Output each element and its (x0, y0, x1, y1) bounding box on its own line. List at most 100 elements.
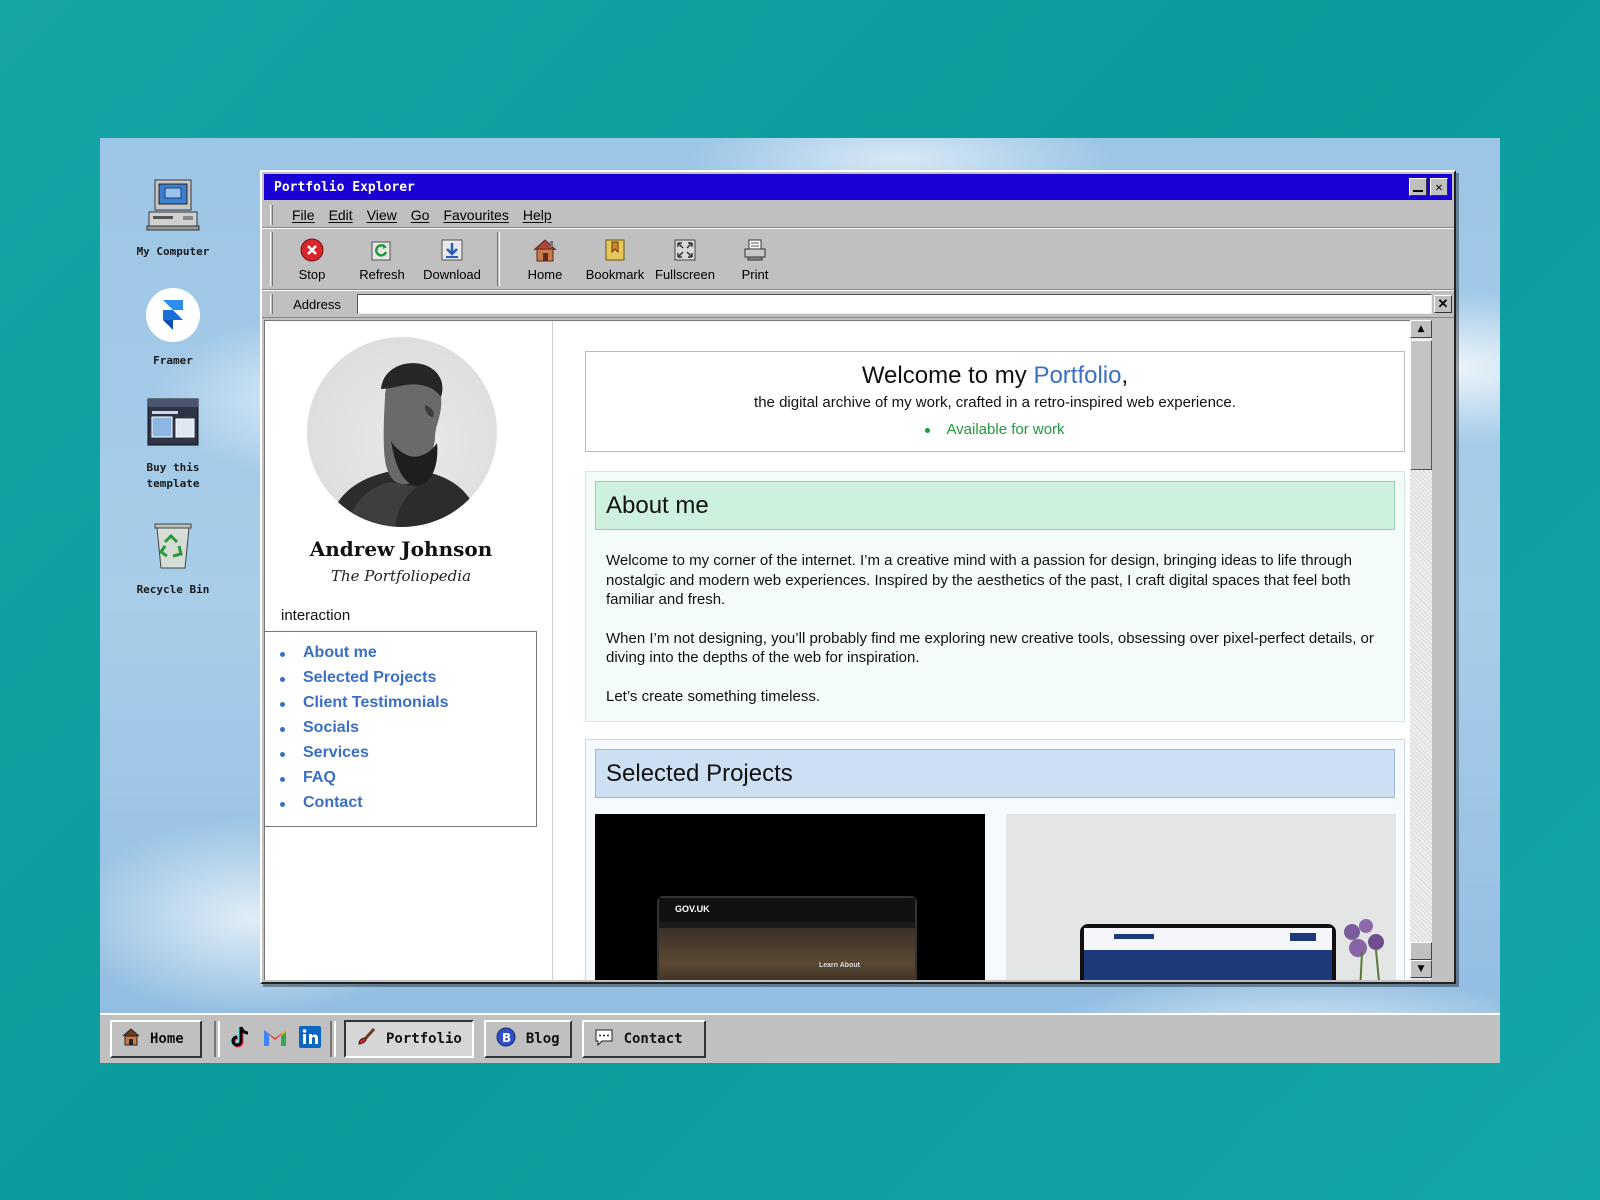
close-button[interactable]: ✕ (1430, 178, 1448, 196)
projects-section: Selected Projects GOV.UK Learn About (585, 739, 1405, 980)
close-icon: ✕ (1435, 180, 1443, 194)
bookmark-button[interactable]: Bookmark (580, 237, 650, 282)
arrow-down-icon: ▼ (1417, 964, 1425, 974)
arrow-up-icon: ▲ (1417, 324, 1425, 334)
refresh-button[interactable]: Refresh (347, 237, 417, 282)
bookmark-icon (602, 237, 628, 263)
taskbar-separator (330, 1021, 336, 1057)
menu-help[interactable]: Help (516, 207, 559, 223)
desktop-icon-recycle-bin[interactable]: Recycle Bin (123, 512, 223, 598)
menu-favourites[interactable]: Favourites (436, 207, 515, 223)
profile-name: Andrew Johnson (309, 537, 493, 561)
close-icon: ✕ (1437, 296, 1449, 311)
welcome-subtitle: the digital archive of my work, crafted … (754, 394, 1236, 411)
nav-link-faq[interactable]: FAQ (280, 769, 536, 794)
taskbar-blog-label: Blog (525, 1031, 560, 1047)
address-clear-button[interactable]: ✕ (1434, 295, 1452, 313)
desktop-icon-label: My Computer (136, 245, 210, 258)
menu-file[interactable]: File (285, 207, 322, 223)
taskbar-portfolio-label: Portfolio (386, 1031, 462, 1047)
govuk-caption: Learn About (819, 962, 860, 969)
taskbar-portfolio-button[interactable]: Portfolio (344, 1020, 474, 1058)
menu-go[interactable]: Go (404, 207, 437, 223)
about-paragraph: Welcome to my corner of the internet. I’… (606, 552, 1352, 608)
page-content: Andrew Johnson The Portfoliopedia intera… (264, 320, 1410, 980)
nav-heading: interaction (281, 607, 351, 624)
scroll-down-button[interactable]: ▼ (1410, 960, 1432, 978)
nav-link-services[interactable]: Services (280, 744, 536, 769)
framer-icon (141, 283, 205, 347)
desktop-icon-framer[interactable]: Framer (123, 283, 223, 369)
fullscreen-button[interactable]: Fullscreen (650, 237, 720, 282)
taskbar-blog-button[interactable]: B Blog (483, 1020, 572, 1058)
bookmark-label: Bookmark (585, 266, 645, 282)
nav-link-selected-projects[interactable]: Selected Projects (280, 669, 536, 694)
minimize-icon (1413, 190, 1423, 192)
welcome-accent: Portfolio (1033, 362, 1122, 389)
taskbar-home-button[interactable]: Home (110, 1020, 202, 1058)
gmail-icon[interactable] (262, 1026, 288, 1052)
menu-edit[interactable]: Edit (322, 207, 360, 223)
refresh-icon (369, 237, 395, 263)
print-button[interactable]: Print (720, 237, 790, 282)
project-thumbnail-laptop[interactable] (1006, 814, 1396, 980)
address-input[interactable] (357, 294, 1432, 314)
desktop-icon-my-computer[interactable]: My Computer (123, 174, 223, 260)
about-paragraph: Let’s create something timeless. (606, 687, 820, 705)
refresh-label: Refresh (359, 266, 405, 282)
toolbar-separator (497, 232, 500, 286)
print-icon (742, 237, 768, 263)
stop-label: Stop (298, 266, 326, 282)
taskbar-contact-label: Contact (623, 1031, 683, 1047)
taskbar-contact-button[interactable]: Contact (581, 1020, 706, 1058)
nav-link-about-me[interactable]: About me (280, 644, 536, 669)
svg-text:B: B (502, 1031, 511, 1045)
computer-icon (141, 174, 205, 238)
scroll-thumb[interactable] (1410, 340, 1432, 470)
menu-view[interactable]: View (360, 207, 404, 223)
address-label: Address (293, 296, 341, 312)
minimize-button[interactable] (1409, 178, 1427, 196)
welcome-prefix: Welcome to my (861, 362, 1034, 389)
scroll-page-button[interactable] (1410, 942, 1432, 960)
main-column: Welcome to my Portfolio, the digital arc… (554, 321, 1410, 980)
home-icon (532, 237, 558, 263)
flower-decoration (1344, 919, 1384, 980)
desktop-icon-label: Framer (153, 354, 193, 367)
taskbar: Home Portfolio B Blog Contact (100, 1013, 1500, 1063)
linkedin-icon[interactable] (298, 1025, 322, 1053)
nav-link-client-testimonials[interactable]: Client Testimonials (280, 694, 536, 719)
stop-button[interactable]: Stop (277, 237, 347, 282)
about-section: About me Welcome to my corner of the int… (585, 471, 1405, 722)
recycle-bin-icon (141, 512, 205, 576)
avatar (307, 337, 497, 527)
about-heading: About me (595, 481, 1395, 530)
blog-icon: B (496, 1027, 516, 1051)
fullscreen-icon (672, 237, 698, 263)
tiktok-icon[interactable] (228, 1025, 252, 1053)
toolbar-grip (270, 232, 273, 286)
desktop-icon-label: Buy this template (146, 461, 200, 490)
print-label: Print (741, 266, 769, 282)
desktop-icon-buy-template[interactable]: Buy this template (123, 390, 223, 492)
taskbar-home-label: Home (150, 1031, 184, 1047)
home-button[interactable]: Home (510, 237, 580, 282)
project-thumbnail-govuk[interactable]: GOV.UK Learn About (595, 814, 985, 980)
nav-link-contact[interactable]: Contact (280, 794, 536, 819)
nav-link-socials[interactable]: Socials (280, 719, 536, 744)
about-body: Welcome to my corner of the internet. I’… (586, 539, 1404, 706)
scroll-up-button[interactable]: ▲ (1410, 320, 1432, 338)
welcome-card: Welcome to my Portfolio, the digital arc… (585, 351, 1405, 452)
toolbar: Stop Refresh Download Home Bookmark Full… (262, 228, 1454, 290)
download-button[interactable]: Download (417, 237, 487, 282)
about-paragraph: When I’m not designing, you’ll probably … (606, 629, 1374, 667)
profile-sidebar: Andrew Johnson The Portfoliopedia intera… (265, 321, 553, 980)
fullscreen-label: Fullscreen (655, 266, 715, 282)
address-bar: Address ✕ (262, 290, 1454, 318)
window-title: Portfolio Explorer (274, 179, 415, 195)
desktop-icon-label: Recycle Bin (136, 583, 210, 596)
window-titlebar[interactable]: Portfolio Explorer ✕ (264, 174, 1452, 200)
vertical-scrollbar[interactable]: ▲ ▼ (1410, 320, 1432, 980)
menu-grip (270, 204, 273, 225)
laptop-screen (1080, 924, 1336, 980)
